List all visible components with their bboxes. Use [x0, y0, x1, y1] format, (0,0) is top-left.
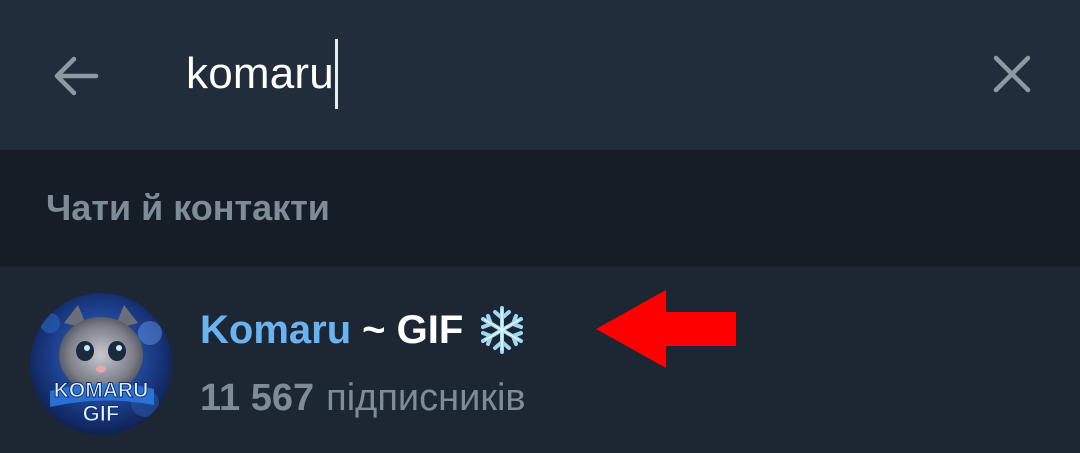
search-query[interactable]: komaru	[186, 38, 334, 110]
chat-subtitle: 11 567 підписників	[200, 374, 526, 422]
subscribers-label: підписників	[326, 376, 526, 419]
chat-title-rest: ~ GIF	[362, 307, 464, 352]
section-title: Чати й контакти	[46, 187, 330, 228]
search-input[interactable]: komaru	[186, 38, 338, 110]
chat-title-match: Komaru	[200, 307, 352, 352]
text-caret	[334, 39, 338, 109]
subscribers-count: 11 567	[200, 376, 315, 419]
section-header: Чати й контакти	[0, 150, 1080, 266]
snowflake-icon	[477, 305, 527, 355]
search-bar: komaru	[0, 0, 1080, 150]
avatar-image: KOMARU GIF	[30, 293, 172, 435]
svg-text:GIF: GIF	[83, 401, 120, 426]
search-result-row[interactable]: KOMARU GIF Komaru ~ GIF 11 567 підписник…	[0, 266, 1080, 453]
clear-search-button[interactable]	[976, 38, 1048, 110]
red-arrow-left-icon	[596, 290, 738, 373]
avatar[interactable]: KOMARU GIF	[30, 293, 172, 435]
close-icon	[993, 55, 1031, 93]
arrow-left-icon	[54, 56, 99, 96]
svg-text:KOMARU: KOMARU	[54, 379, 149, 402]
chat-title[interactable]: Komaru ~ GIF	[200, 304, 527, 356]
back-button[interactable]	[40, 40, 112, 112]
